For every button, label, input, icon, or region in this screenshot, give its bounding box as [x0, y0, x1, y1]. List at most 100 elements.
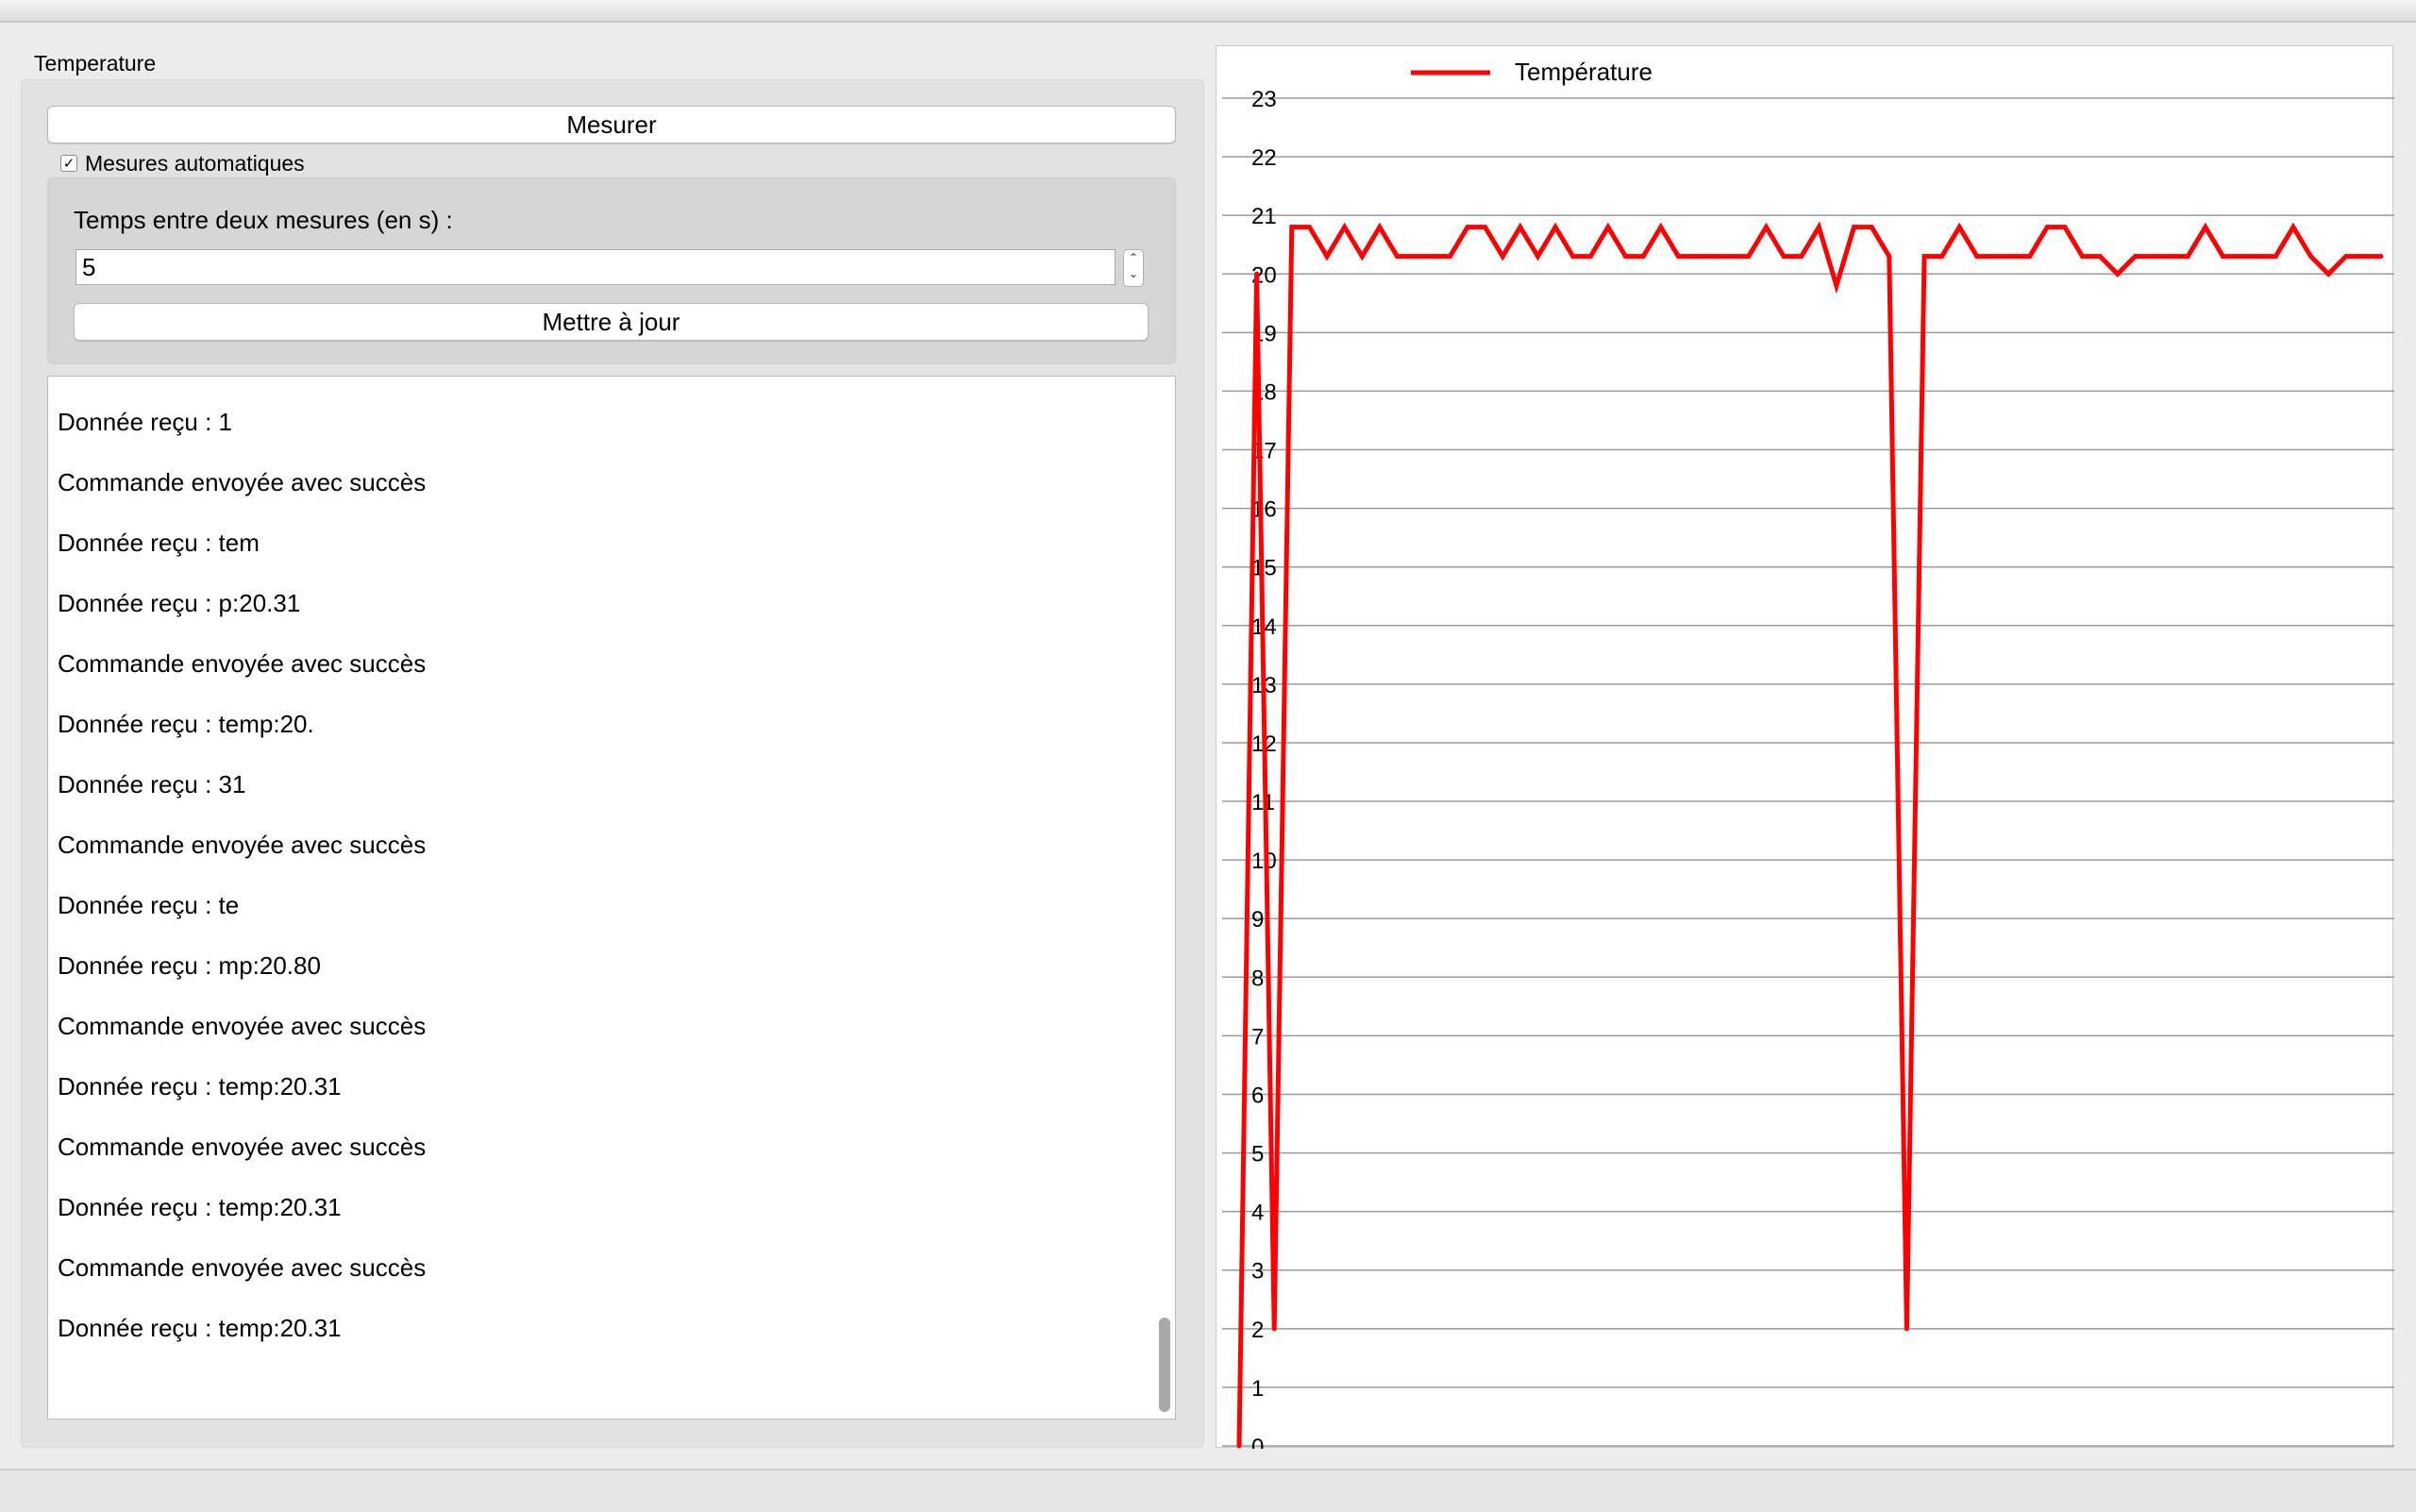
log-line: Donnée reçu : tem [58, 529, 260, 557]
data-point [1254, 271, 1260, 277]
data-point [2044, 225, 2050, 230]
data-point [1395, 254, 1401, 260]
data-point [2080, 254, 2086, 260]
data-point [1535, 254, 1540, 260]
data-point [1693, 254, 1699, 260]
title-bar [0, 0, 2416, 23]
y-tick-label: 9 [1251, 907, 1264, 932]
data-point [2150, 254, 2156, 260]
data-point [1518, 225, 1523, 230]
data-point [1483, 225, 1488, 230]
data-point [1605, 225, 1611, 230]
data-point [1711, 254, 1717, 260]
spinner-up-icon[interactable]: ⌃ [1124, 250, 1143, 266]
log-line: Commande envoyée avec succès [58, 1133, 427, 1161]
data-point [1306, 225, 1312, 230]
log-line: Donnée reçu : temp:20.31 [58, 1072, 342, 1100]
y-tick-label: 22 [1251, 145, 1277, 171]
log-scrollbar[interactable] [1159, 1318, 1170, 1412]
data-point [1781, 254, 1787, 260]
log-line: Donnée reçu : mp:20.80 [58, 951, 321, 980]
data-point [2273, 254, 2278, 260]
data-point [1746, 254, 1752, 260]
y-tick-label: 3 [1251, 1259, 1264, 1285]
data-point [2290, 225, 2296, 230]
group-title: Temperature [34, 51, 157, 76]
data-point [2308, 254, 2314, 260]
auto-measure-row[interactable]: ✓ Mesures automatiques [60, 151, 305, 176]
data-point [2378, 254, 2384, 260]
data-point [1640, 254, 1646, 260]
data-point [2132, 254, 2138, 260]
data-point [1324, 254, 1330, 260]
y-tick-label: 0 [1251, 1435, 1264, 1449]
log-line: Commande envoyée avec succès [58, 831, 427, 859]
data-point [1921, 254, 1927, 260]
data-point [1904, 1326, 1909, 1332]
data-point [1939, 254, 1945, 260]
y-tick-label: 21 [1251, 204, 1277, 229]
data-point [1570, 254, 1576, 260]
update-button[interactable]: Mettre à jour [74, 303, 1149, 341]
data-point [1799, 254, 1804, 260]
data-point [1974, 254, 1980, 260]
data-point [1887, 254, 1892, 260]
legend-label: Température [1515, 58, 1653, 86]
log-line: Commande envoyée avec succès [58, 649, 427, 678]
auto-measure-checkbox[interactable]: ✓ [60, 155, 77, 172]
data-point [2360, 254, 2366, 260]
data-point [1816, 225, 1821, 230]
data-point [1834, 283, 1839, 289]
y-tick-label: 6 [1251, 1083, 1264, 1108]
data-point [1991, 254, 1997, 260]
interval-spinner[interactable]: ⌃ ⌄ [1123, 249, 1144, 287]
data-point [2062, 225, 2068, 230]
log-line: Donnée reçu : temp:20.31 [58, 1193, 342, 1221]
data-point [2097, 254, 2103, 260]
log-line: Commande envoyée avec succès [58, 1253, 427, 1282]
data-point [1271, 1326, 1277, 1332]
auto-measure-label: Mesures automatiques [85, 150, 305, 176]
data-point [1728, 254, 1734, 260]
data-point [1623, 254, 1629, 260]
y-tick-label: 8 [1251, 966, 1264, 991]
data-point [1552, 225, 1558, 230]
data-point [2168, 254, 2173, 260]
log-panel[interactable]: Donnée reçu : 1 Commande envoyée avec suc… [47, 376, 1176, 1420]
data-point [1658, 225, 1664, 230]
y-tick-label: 1 [1251, 1376, 1264, 1402]
log-line: Donnée reçu : p:20.31 [58, 589, 301, 617]
log-line: Donnée reçu : 1 [58, 408, 233, 436]
chart-panel: 0 1 2 3 4 5 6 7 8 9 10 11 12 13 14 15 16 17 18 19 20 21 22 23 Te… [1216, 45, 2394, 1449]
data-point [2115, 271, 2121, 277]
data-point [2185, 254, 2190, 260]
status-bar [0, 1469, 2416, 1512]
log-line: Donnée reçu : temp:20. [58, 710, 314, 738]
data-point [1500, 254, 1505, 260]
data-point [1430, 254, 1435, 260]
data-point [2325, 271, 2331, 277]
measure-button[interactable]: Mesurer [47, 106, 1176, 143]
interval-input[interactable]: 5 [76, 249, 1116, 285]
spinner-down-icon[interactable]: ⌄ [1124, 266, 1143, 282]
log-line: Commande envoyée avec succès [58, 1012, 427, 1040]
data-point [1869, 225, 1874, 230]
series-line [1236, 221, 2381, 1447]
data-point [2027, 254, 2033, 260]
data-point [1447, 254, 1452, 260]
y-tick-label: 5 [1251, 1142, 1264, 1168]
data-point [2238, 254, 2243, 260]
y-tick-label: 23 [1251, 87, 1277, 112]
data-point [1852, 225, 1857, 230]
log-line: Donnée reçu : te [58, 891, 240, 919]
data-point [1412, 254, 1418, 260]
data-point [1956, 225, 1962, 230]
log-line: Donnée reçu : 31 [58, 770, 246, 798]
data-point [1377, 225, 1383, 230]
log-line: Donnée reçu : temp:20.31 [58, 1314, 342, 1342]
data-point [1236, 1443, 1242, 1449]
y-tick-label: 2 [1251, 1318, 1264, 1343]
temperature-chart: 01234567891011121314151617181920212223Te… [1222, 58, 2394, 1449]
data-point [2009, 254, 2015, 260]
y-tick-label: 4 [1251, 1201, 1264, 1226]
